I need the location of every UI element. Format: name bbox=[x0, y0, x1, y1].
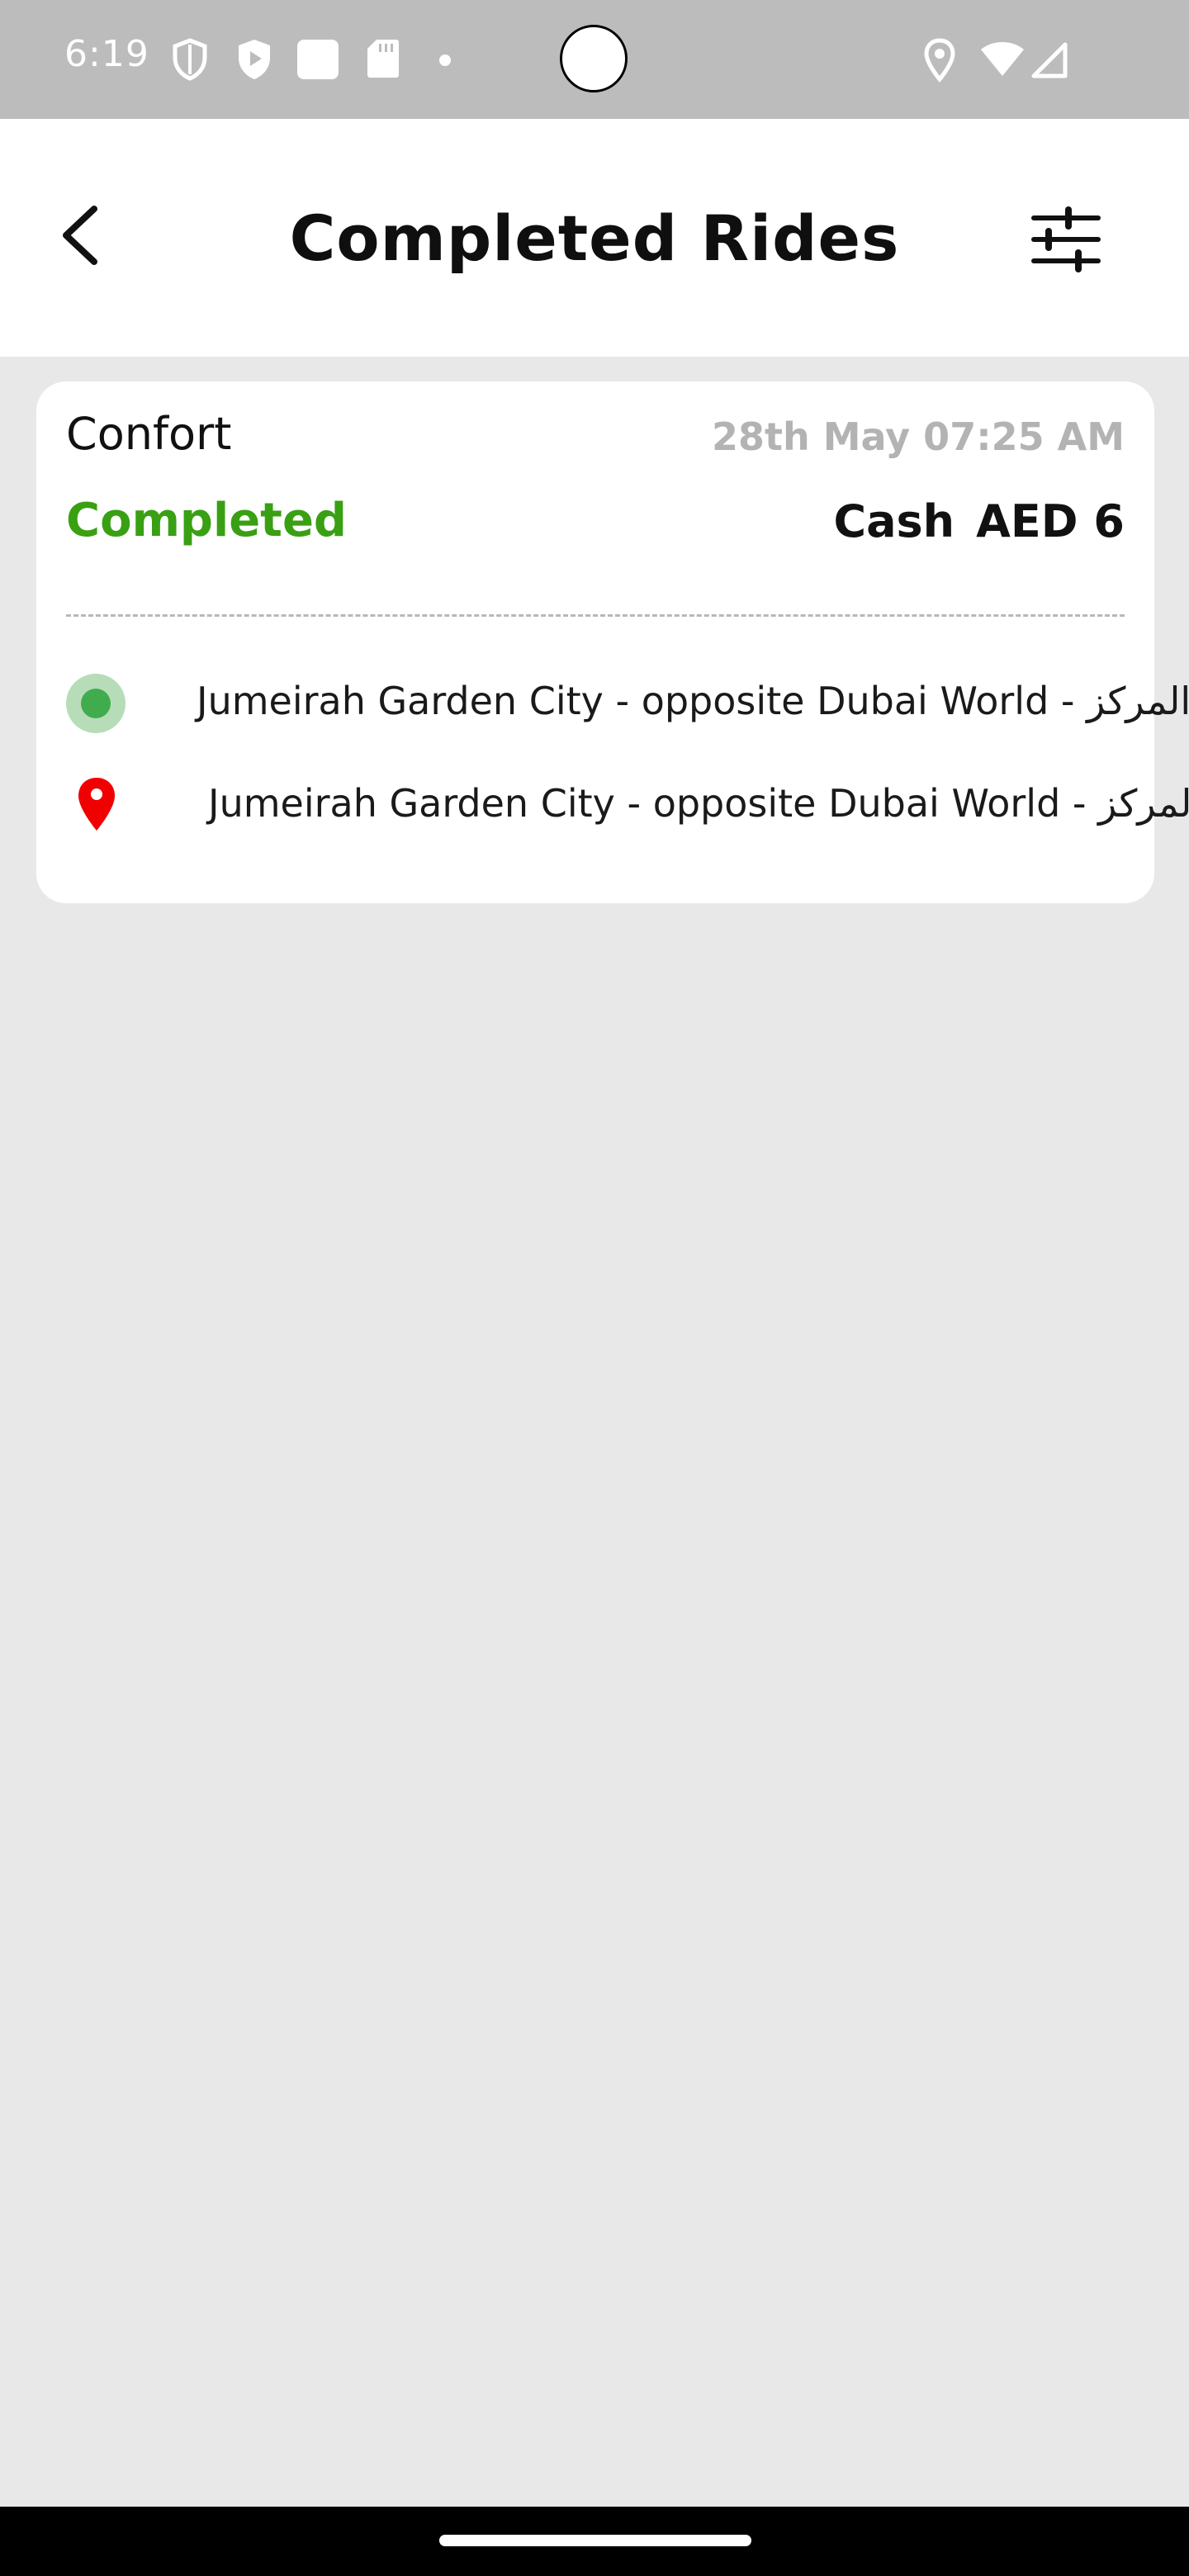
signal-icon bbox=[1031, 42, 1068, 78]
wifi-icon bbox=[981, 42, 1024, 76]
shield-outline-icon bbox=[173, 38, 207, 81]
location-icon bbox=[924, 38, 955, 83]
card-divider bbox=[66, 614, 1125, 617]
navigation-bar bbox=[0, 2507, 1189, 2576]
camera-cutout bbox=[560, 25, 628, 92]
shield-play-icon bbox=[239, 40, 270, 79]
ride-datetime: 28th May 07:25 AM bbox=[712, 414, 1125, 459]
ride-type: Confort bbox=[66, 408, 232, 460]
location-pin-icon bbox=[78, 778, 115, 831]
ride-card[interactable]: Confort 28th May 07:25 AM Completed Cash… bbox=[36, 381, 1189, 903]
sliders-icon bbox=[1031, 206, 1101, 272]
status-bar: 6:19 bbox=[0, 0, 1189, 119]
square-icon bbox=[297, 40, 339, 79]
dot-icon bbox=[439, 54, 451, 66]
pickup-row: Jumeirah Garden City - opposite Dubai Wo… bbox=[66, 674, 1189, 740]
dropoff-address: Jumeirah Garden City - opposite Dubai Wo… bbox=[208, 781, 1189, 826]
home-indicator[interactable] bbox=[439, 2535, 751, 2546]
ride-status: Completed bbox=[66, 494, 348, 547]
ride-payment: Cash AED 6 bbox=[833, 495, 1125, 547]
payment-method: Cash bbox=[833, 495, 955, 547]
page-title: Completed Rides bbox=[289, 201, 900, 275]
filter-button[interactable] bbox=[1029, 206, 1103, 272]
app-header: Completed Rides bbox=[0, 119, 1189, 357]
sd-card-icon bbox=[367, 40, 399, 78]
pickup-address: Jumeirah Garden City - opposite Dubai Wo… bbox=[197, 679, 1189, 723]
ride-fare: AED 6 bbox=[976, 495, 1125, 547]
status-time: 6:19 bbox=[64, 33, 149, 75]
pickup-marker-icon bbox=[66, 674, 126, 733]
dropoff-row: Jumeirah Garden City - opposite Dubai Wo… bbox=[66, 776, 1189, 842]
